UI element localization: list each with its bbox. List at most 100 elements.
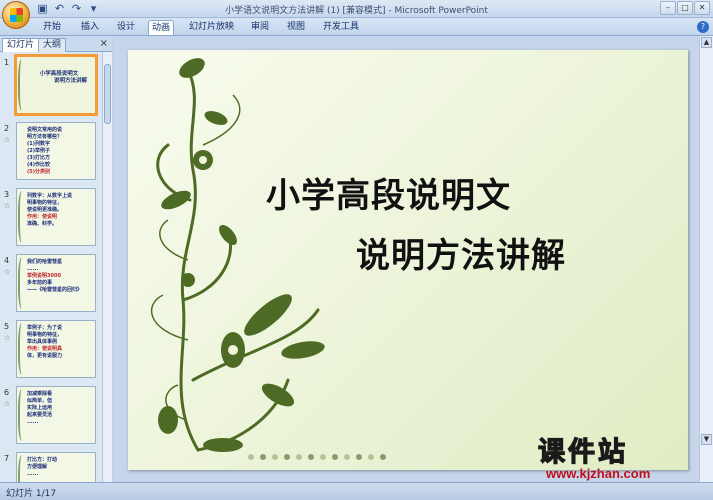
vine-decoration: [18, 455, 27, 482]
slide-thumbnail[interactable]: 我们的哈雷彗星 ...... 举例说明3000 多年前的事 ——《哈雷彗星的回归…: [16, 254, 96, 312]
scroll-up-icon[interactable]: ▲: [701, 37, 712, 48]
thumb-line: ——《哈雷彗星的回归》: [27, 287, 83, 293]
slide-thumbnail[interactable]: 小学高段说明文 说明方法讲解: [14, 54, 98, 116]
thumb-line: 作用：使说明: [27, 214, 58, 220]
slide-thumbnail[interactable]: 举例子：为了说 明事物的特征， 举出具体事例 作用：使说明具 体，更有说服力: [16, 320, 96, 378]
tab-outline[interactable]: 大纲: [38, 38, 67, 52]
office-button[interactable]: [2, 1, 30, 29]
pane-tabs: 幻灯片 大纲 ×: [0, 36, 112, 52]
title-bar: ▣ ↶ ↷ ▾ 小学语文说明文方法讲解 (1) [兼容模式] - Microso…: [0, 0, 713, 29]
slide-title[interactable]: 小学高段说明文: [266, 168, 511, 217]
slides-pane: 幻灯片 大纲 × 1 小学高段说明文 说明方法讲解 2 ☆ 说明文常用的说 明方…: [0, 36, 112, 482]
ribbon-tabs: 开始 插入 设计 动画 幻灯片放映 审阅 视图 开发工具 ?: [0, 18, 713, 36]
thumb-line: 明事物的特征，: [27, 200, 63, 206]
thumb-line: 准确、科学。: [27, 221, 58, 227]
thumb-line: 多年前的事: [27, 280, 53, 286]
animation-star-icon: ☆: [4, 334, 11, 342]
thumb-line: 说明文常用的说: [27, 127, 63, 133]
vine-decoration: [18, 323, 27, 375]
thumb-line: 举例子：为了说: [27, 325, 63, 331]
thumb-line: 似简单，但: [27, 398, 53, 404]
tab-developer[interactable]: 开发工具: [320, 20, 362, 35]
animation-star-icon: ☆: [4, 202, 11, 210]
slide-thumbnail[interactable]: 列数字：从数字上说 明事物的特征， 使说明更准确。 作用：使说明 准确、科学。: [16, 188, 96, 246]
scrollbar-thumb[interactable]: [104, 64, 111, 124]
status-bar: 幻灯片 1/17: [0, 482, 713, 500]
close-button[interactable]: ✕: [694, 1, 710, 15]
thumb-line: (4)作比较: [27, 162, 51, 168]
slide-thumbnail-row[interactable]: 7 打比方：打动 方便理解 ......: [0, 452, 102, 482]
thumb-line: 体，更有说服力: [27, 353, 63, 359]
slide-thumbnail-row[interactable]: 1 小学高段说明文 说明方法讲解: [0, 54, 102, 116]
window-title: 小学语文说明文方法讲解 (1) [兼容模式] - Microsoft Power…: [225, 6, 488, 16]
slide-thumbnail-row[interactable]: 3 ☆ 列数字：从数字上说 明事物的特征， 使说明更准确。 作用：使说明 准确、…: [0, 188, 102, 248]
slide-number: 4: [4, 256, 10, 265]
slide-number: 3: [4, 190, 10, 199]
tab-review[interactable]: 审阅: [248, 20, 272, 35]
thumb-line: (2)举例子: [27, 148, 51, 154]
slide-subtitle[interactable]: 说明方法讲解: [356, 228, 566, 277]
current-slide[interactable]: 小学高段说明文 说明方法讲解: [128, 50, 688, 470]
dot-decoration: [248, 454, 386, 460]
vine-decoration: [18, 389, 27, 441]
office-logo-icon: [10, 8, 23, 22]
thumb-line: 起来要灵活: [27, 412, 53, 418]
thumb-line: (1)列数字: [27, 141, 51, 147]
animation-star-icon: ☆: [4, 400, 11, 408]
thumb-line: ......: [27, 419, 39, 425]
animation-star-icon: ☆: [4, 268, 11, 276]
thumb-line: 实际上运用: [27, 405, 53, 411]
slide-thumbnail[interactable]: 加减乘除看 似简单，但 实际上运用 起来要灵活 ......: [16, 386, 96, 444]
slide-counter: 幻灯片 1/17: [6, 489, 57, 499]
vine-decoration: [18, 59, 27, 111]
pane-close-icon[interactable]: ×: [100, 38, 108, 49]
tab-view[interactable]: 视图: [284, 20, 308, 35]
thumb-line: ......: [27, 471, 39, 477]
thumb-line: 我们的哈雷彗星: [27, 259, 63, 265]
slide-number: 5: [4, 322, 10, 331]
thumb-line: (5)分类别: [27, 169, 51, 175]
help-icon[interactable]: ?: [697, 21, 709, 33]
tab-slides[interactable]: 幻灯片: [2, 38, 40, 52]
thumb-line: ......: [27, 266, 39, 272]
thumb-line: 方便理解: [27, 464, 48, 470]
watermark-brand: 课件站: [537, 436, 628, 468]
tab-insert[interactable]: 插入: [78, 20, 102, 35]
slide-editing-area: 小学高段说明文 说明方法讲解 ▲ ▼: [113, 36, 713, 482]
tab-design[interactable]: 设计: [114, 20, 138, 35]
slide-number: 2: [4, 124, 10, 133]
minimize-button[interactable]: –: [660, 1, 676, 15]
thumb-line: 打比方：打动: [27, 457, 58, 463]
window-controls: – □ ✕: [660, 1, 710, 15]
maximize-button[interactable]: □: [677, 1, 693, 15]
slide-thumbnail-row[interactable]: 6 ☆ 加减乘除看 似简单，但 实际上运用 起来要灵活 ......: [0, 386, 102, 446]
slide-scrollbar[interactable]: ▲ ▼: [699, 36, 713, 482]
slide-thumbnail-row[interactable]: 4 ☆ 我们的哈雷彗星 ...... 举例说明3000 多年前的事 ——《哈雷彗…: [0, 254, 102, 314]
thumbnail-list: 1 小学高段说明文 说明方法讲解 2 ☆ 说明文常用的说 明方法有哪些？ (1)…: [0, 52, 102, 482]
tab-animations[interactable]: 动画: [148, 20, 175, 35]
thumb-line: 加减乘除看: [27, 391, 53, 397]
slide-thumbnail[interactable]: 打比方：打动 方便理解 ......: [16, 452, 96, 482]
thumb-line: 明事物的特征，: [27, 332, 63, 338]
thumbnail-scrollbar[interactable]: [102, 52, 112, 482]
slide-thumbnail[interactable]: 说明文常用的说 明方法有哪些？ (1)列数字 (2)举例子 (3)打比方 (4)…: [16, 122, 96, 180]
thumb-line: 举例说明3000: [27, 273, 61, 279]
thumb-line: 列数字：从数字上说: [27, 193, 73, 199]
scroll-down-icon[interactable]: ▼: [701, 434, 712, 445]
watermark-url: www.kjzhan.com: [546, 466, 651, 481]
vine-decoration: [18, 257, 27, 309]
thumb-line: 明方法有哪些？: [27, 134, 63, 140]
thumb-line: (3)打比方: [27, 155, 51, 161]
tab-slideshow[interactable]: 幻灯片放映: [186, 20, 237, 35]
animation-star-icon: ☆: [4, 136, 11, 144]
thumb-line: 使说明更准确。: [27, 207, 63, 213]
thumb-line: 说明方法讲解: [53, 78, 87, 84]
slide-number: 1: [4, 58, 10, 67]
slide-thumbnail-row[interactable]: 5 ☆ 举例子：为了说 明事物的特征， 举出具体事例 作用：使说明具 体，更有说…: [0, 320, 102, 380]
slide-number: 6: [4, 388, 10, 397]
slide-thumbnail-row[interactable]: 2 ☆ 说明文常用的说 明方法有哪些？ (1)列数字 (2)举例子 (3)打比方…: [0, 122, 102, 182]
thumb-line: 举出具体事例: [27, 339, 58, 345]
thumb-line: 作用：使说明具: [27, 346, 63, 352]
tab-home[interactable]: 开始: [40, 20, 64, 35]
slide-number: 7: [4, 454, 10, 463]
